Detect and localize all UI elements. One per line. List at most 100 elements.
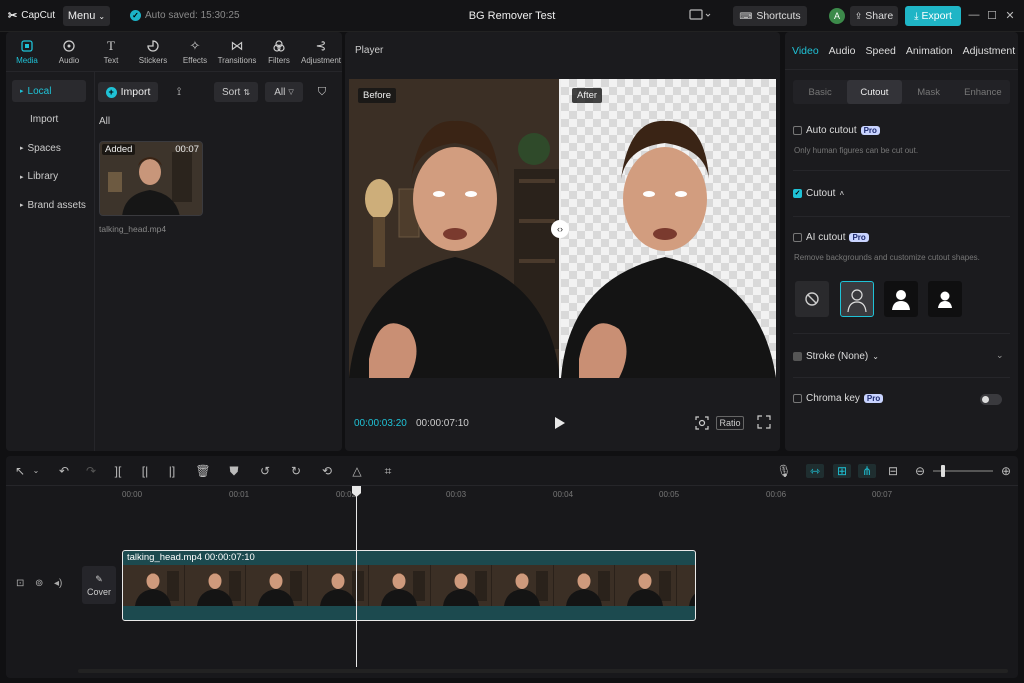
auto-cutout-label: Auto cutout — [806, 125, 857, 136]
chroma-key-checkbox[interactable] — [793, 394, 802, 403]
media-icon — [21, 39, 33, 52]
snap-icon[interactable]: ⊞ — [833, 464, 851, 478]
tab-audio-props[interactable]: Audio — [829, 45, 856, 57]
split-right-icon[interactable]: |] — [164, 464, 180, 478]
filter-all-dropdown[interactable]: All ▽ — [265, 82, 303, 102]
shape-person-outline-button[interactable] — [840, 281, 874, 317]
media-card[interactable]: Added 00:07 — [99, 141, 203, 216]
sidebar-item-import[interactable]: Import — [12, 109, 86, 131]
lock-icon[interactable]: ⊚ — [35, 578, 43, 589]
menu-button[interactable]: Menu ⌄ — [63, 6, 110, 26]
record-button[interactable]: ⟟ — [168, 82, 190, 102]
toggle-knob — [982, 396, 989, 403]
redo-icon[interactable]: ↷ — [83, 464, 99, 478]
rotate-right-icon[interactable]: ↻ — [288, 464, 304, 478]
tab-animation[interactable]: Animation — [906, 45, 953, 57]
zoom-slider-handle[interactable] — [941, 465, 945, 477]
microphone-icon[interactable]: 🎙 — [776, 464, 792, 478]
splitter-handle-icon[interactable]: ‹› — [551, 220, 569, 238]
shape-person-bust-button[interactable] — [928, 281, 962, 317]
select-cursor-icon[interactable]: ↖ — [12, 464, 28, 478]
filmstrip-frame — [369, 565, 431, 606]
sidebar-item-brand-assets[interactable]: ▸ Brand assets — [12, 194, 86, 216]
magnet-icon[interactable]: ⋔ — [858, 464, 876, 478]
tab-text[interactable]: T Text — [90, 32, 132, 71]
time-ruler[interactable]: 00:00 00:01 00:02 00:03 00:04 00:05 00:0… — [116, 486, 1016, 502]
ai-cutout-checkbox[interactable] — [793, 233, 802, 242]
auto-cutout-checkbox[interactable] — [793, 126, 802, 135]
cutout-checkbox[interactable]: ✓ — [793, 189, 802, 198]
tab-filters[interactable]: Filters — [258, 32, 300, 71]
tab-stickers[interactable]: Stickers — [132, 32, 174, 71]
export-button[interactable]: ⤓ Export — [905, 6, 961, 26]
minimize-icon[interactable]: — — [968, 9, 980, 21]
zoom-out-icon[interactable]: ⊖ — [912, 464, 928, 478]
play-icon[interactable] — [554, 416, 566, 430]
focus-icon[interactable] — [694, 415, 710, 431]
expand-chevron-icon[interactable]: ⌄ — [996, 350, 1004, 361]
layout-button[interactable] — [688, 8, 712, 24]
sidebar-item-local[interactable]: ▸ Local — [12, 80, 86, 102]
tab-media[interactable]: Media — [6, 32, 48, 71]
tab-effects[interactable]: ✧ Effects — [174, 32, 216, 71]
playhead[interactable] — [356, 487, 357, 667]
timeline-scrollbar[interactable] — [78, 669, 1008, 673]
player-panel: Player Before After ‹› 00:00:03:20 00:00… — [345, 32, 780, 451]
audio-mute-icon[interactable]: ◂) — [54, 578, 62, 589]
split-icon[interactable]: ][ — [110, 464, 126, 478]
import-button[interactable]: + Import — [98, 82, 158, 102]
divider — [793, 216, 1010, 217]
filmstrip-frame — [184, 565, 246, 606]
rotate-left-icon[interactable]: ↺ — [257, 464, 273, 478]
undo-icon[interactable]: ↶ — [56, 464, 72, 478]
track-thumbnail-icon[interactable]: ⊡ — [16, 578, 24, 589]
chevron-down-icon[interactable]: ⌄ — [28, 464, 44, 478]
delete-icon[interactable]: 🗑 — [195, 464, 211, 478]
video-clip[interactable]: talking_head.mp4 00:00:07:10 — [122, 550, 696, 621]
ai-cutout-row: AI cutout Pro — [793, 232, 869, 243]
sort-button[interactable]: Sort ⇅ — [214, 82, 258, 102]
pro-badge: Pro — [849, 233, 869, 242]
link-clips-icon[interactable]: ⇿ — [806, 464, 824, 478]
sidebar-item-label: Import — [30, 114, 59, 125]
tab-audio[interactable]: Audio — [48, 32, 90, 71]
crop-icon[interactable]: ⌗ — [380, 464, 396, 478]
subtab-mask[interactable]: Mask — [902, 80, 956, 104]
share-button[interactable]: ⇪ Share — [850, 6, 898, 26]
triangle-icon[interactable]: △ — [349, 464, 365, 478]
shape-person-solid-button[interactable] — [884, 281, 918, 317]
total-time: 00:00:07:10 — [416, 418, 469, 429]
shortcuts-button[interactable]: ⌨ Shortcuts — [733, 6, 807, 26]
cover-button[interactable]: ✎ Cover — [82, 566, 116, 604]
cutout-row[interactable]: ✓ Cutout ˄ — [793, 188, 844, 199]
share-icon: ⇪ — [854, 10, 863, 21]
video-viewport[interactable]: Before After ‹› — [349, 79, 776, 378]
tab-transitions[interactable]: ⋈ Transitions — [216, 32, 258, 71]
avatar[interactable]: A — [829, 8, 845, 24]
subtab-basic[interactable]: Basic — [793, 80, 847, 104]
maximize-icon[interactable]: ☐ — [986, 9, 998, 22]
stroke-checkbox[interactable] — [793, 352, 802, 361]
filter-button[interactable]: ⛉ — [312, 82, 332, 102]
split-left-icon[interactable]: [| — [137, 464, 153, 478]
fullscreen-icon[interactable] — [757, 415, 771, 429]
stroke-row[interactable]: Stroke (None) ⌄ — [793, 351, 879, 362]
sidebar-item-library[interactable]: ▸ Library — [12, 166, 86, 188]
chroma-key-toggle[interactable] — [980, 394, 1002, 405]
timeline-toolbar: ↖ ⌄ ↶ ↷ ][ [| |] 🗑 ⛊ ↺ ↻ ⟲ △ ⌗ 🎙 ⇿ ⊞ ⋔ ⊟… — [6, 456, 1018, 486]
tab-speed[interactable]: Speed — [866, 45, 896, 57]
subtab-enhance[interactable]: Enhance — [956, 80, 1010, 104]
reverse-icon[interactable]: ⟲ — [319, 464, 335, 478]
before-view: Before — [349, 79, 560, 378]
zoom-in-icon[interactable]: ⊕ — [998, 464, 1014, 478]
shield-icon[interactable]: ⛊ — [226, 464, 242, 478]
preview-axis-icon[interactable]: ⊟ — [885, 464, 901, 478]
close-icon[interactable]: ✕ — [1004, 9, 1016, 22]
tab-video[interactable]: Video — [792, 45, 819, 57]
sidebar-item-spaces[interactable]: ▸ Spaces — [12, 137, 86, 159]
subtab-cutout[interactable]: Cutout — [847, 80, 902, 104]
shape-none-button[interactable] — [795, 281, 829, 317]
tab-adjustment[interactable]: ⊰ Adjustment — [300, 32, 342, 71]
tab-adjustment-props[interactable]: Adjustment — [963, 45, 1016, 57]
ratio-button[interactable]: Ratio — [716, 416, 744, 430]
